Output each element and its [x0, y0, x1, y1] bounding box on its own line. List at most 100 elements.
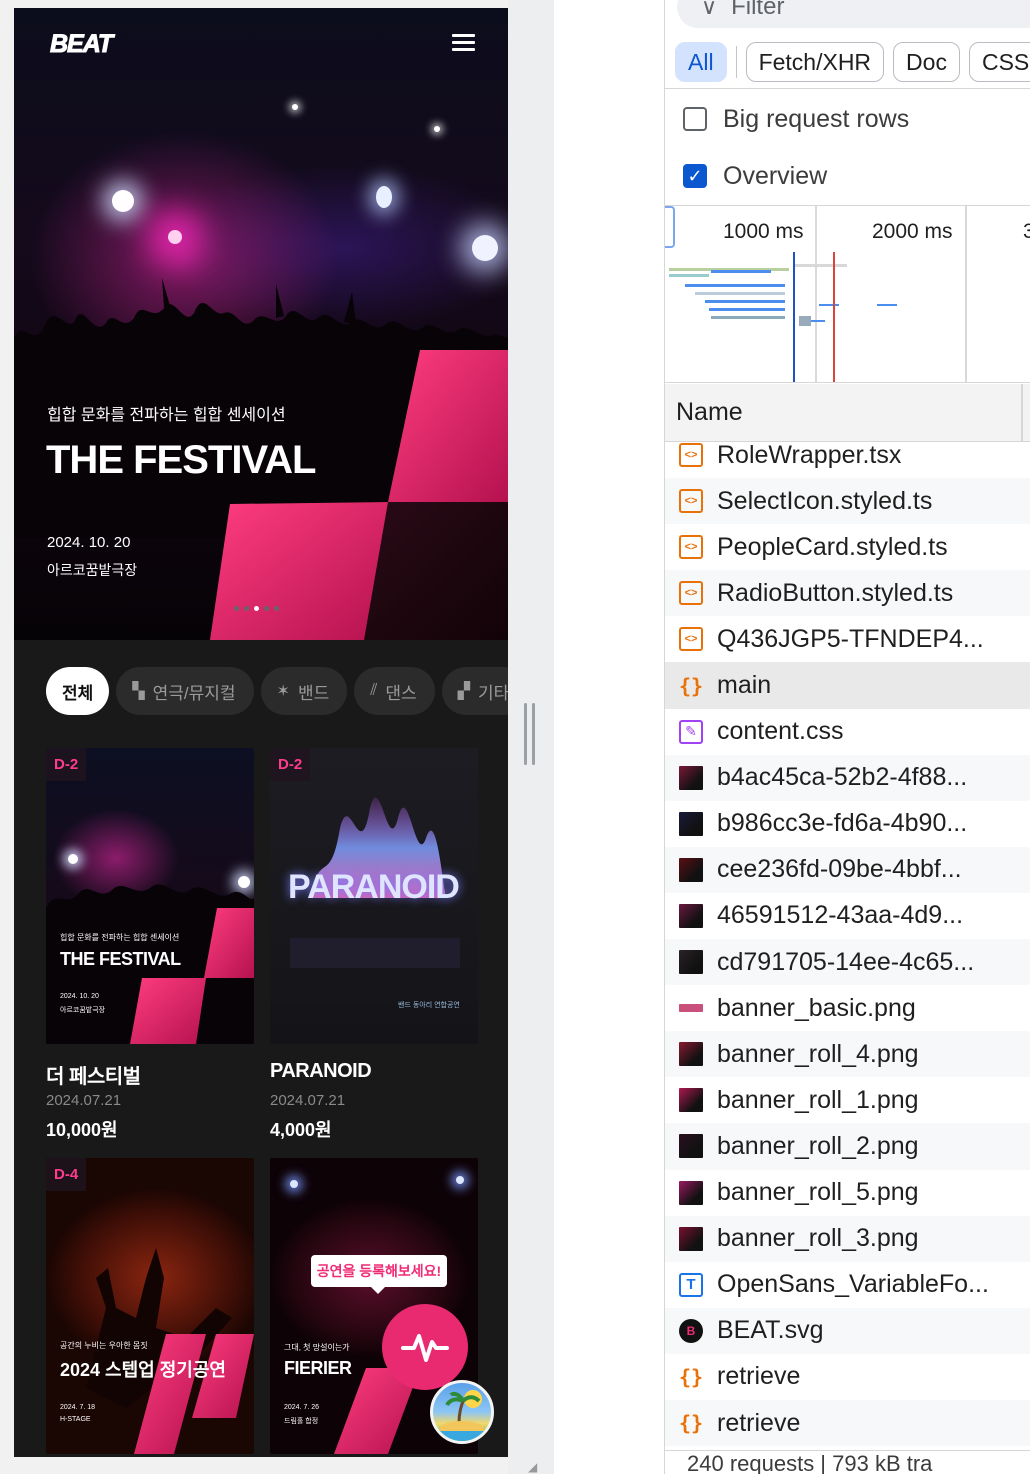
request-row[interactable]: banner_roll_2.png — [665, 1123, 1030, 1170]
request-row[interactable]: banner_roll_4.png — [665, 1031, 1030, 1078]
poster-title: FIERIER — [284, 1358, 352, 1378]
beat-logo[interactable]: BEAT — [49, 30, 113, 59]
overview-option[interactable]: ✓ Overview — [683, 161, 827, 191]
avatar[interactable] — [430, 1380, 494, 1444]
category-label: 연극/뮤지컬 — [152, 683, 236, 703]
type-filter-all[interactable]: All — [675, 42, 727, 82]
category-chip[interactable]: ✶ 밴드 — [260, 667, 348, 715]
carousel-dot[interactable] — [264, 606, 269, 611]
request-name: banner_roll_3.png — [717, 1224, 919, 1253]
request-name: banner_roll_1.png — [717, 1085, 919, 1114]
request-row[interactable]: B BEAT.svg — [665, 1307, 1030, 1354]
type-filter-doc[interactable]: Doc — [893, 42, 960, 82]
request-name: PeopleCard.styled.ts — [717, 532, 948, 561]
request-name: banner_roll_4.png — [717, 1039, 919, 1068]
column-header-label: Name — [676, 398, 743, 426]
carousel-dot[interactable] — [274, 606, 279, 611]
category-label: 밴드 — [297, 683, 330, 703]
request-row[interactable]: <> Q436JGP5-TFNDEP4... — [665, 616, 1030, 662]
request-row[interactable]: banner_roll_1.png — [665, 1077, 1030, 1123]
request-row[interactable]: {} retrieve — [665, 1399, 1030, 1447]
request-name: SelectIcon.styled.ts — [717, 486, 933, 515]
request-name: banner_roll_5.png — [717, 1178, 919, 1207]
poster-subtitle: 그대, 첫 망설이는가 — [284, 1343, 350, 1352]
devtools-network-panel: ⊽ Filter All Fetch/XHR Doc CSS Big request … — [664, 0, 1030, 1474]
performance-card[interactable]: PARANOID 밴드 동아리 연합공연 D-2 PARANOID 2024.0… — [270, 748, 478, 1140]
big-request-rows-option[interactable]: Big request rows — [683, 104, 909, 134]
type-filter-css[interactable]: CSS — [968, 42, 1030, 82]
dance-icon: ⫽ — [370, 682, 378, 699]
request-row[interactable]: b986cc3e-fd6a-4b90... — [665, 801, 1030, 847]
filter-input[interactable]: ⊽ Filter — [677, 0, 1030, 28]
network-overview-timeline[interactable]: 1000 ms 2000 ms 3 — [665, 205, 1030, 383]
overview-checkbox[interactable]: ✓ — [683, 164, 707, 188]
request-name: 46591512-43aa-4d9... — [717, 901, 964, 930]
request-row[interactable]: {} main — [665, 662, 1030, 709]
corner-resize-icon[interactable]: ◢ — [528, 1460, 548, 1474]
request-row[interactable]: cd791705-14ee-4c65... — [665, 939, 1030, 986]
fetch-request-icon: {} — [678, 1364, 704, 1389]
font-file-icon: T — [679, 1272, 703, 1297]
etc-icon: ▞ — [457, 683, 470, 700]
request-name: retrieve — [717, 1362, 801, 1391]
request-row[interactable]: <> PeopleCard.styled.ts — [665, 524, 1030, 570]
request-name: BEAT.svg — [717, 1316, 824, 1345]
category-chip[interactable]: ▚ 연극/뮤지컬 — [116, 667, 254, 715]
request-row[interactable]: banner_roll_3.png — [665, 1215, 1030, 1262]
divider — [665, 88, 1030, 89]
mobile-app: BEAT 힙합 문화를 전파하는 힙합 센세이션 THE FESTIVAL 20… — [14, 8, 508, 1457]
card-price: 4,000원 — [270, 1120, 332, 1140]
category-chip[interactable]: ⫽ 댄스 — [354, 667, 435, 715]
poster-note: 밴드 동아리 연합공연 — [398, 1002, 460, 1009]
request-row[interactable]: T OpenSans_VariableFo... — [665, 1262, 1030, 1308]
request-row[interactable]: banner_roll_5.png — [665, 1170, 1030, 1216]
script-file-icon: <> — [679, 443, 703, 468]
card-title: PARANOID — [270, 1060, 372, 1082]
carousel-indicator[interactable] — [234, 606, 279, 612]
svg-image-icon: B — [679, 1318, 703, 1343]
carousel-dot[interactable] — [254, 606, 259, 611]
request-row[interactable]: <> SelectIcon.styled.ts — [665, 478, 1030, 525]
performance-card[interactable]: 힙합 문화를 전파하는 힙합 센세이션 THE FESTIVAL 2024. 1… — [46, 748, 254, 1140]
filter-placeholder: Filter — [731, 0, 785, 20]
type-filter-fetchxhr[interactable]: Fetch/XHR — [745, 42, 885, 82]
poster-subtitle: 공간의 누비는 우아한 몸짓 — [60, 1341, 148, 1350]
image-thumbnail-icon — [679, 1042, 703, 1067]
image-thumbnail-icon — [679, 1004, 703, 1013]
request-row[interactable]: b4ac45ca-52b2-4f88... — [665, 754, 1030, 801]
category-label: 전체 — [62, 683, 94, 703]
image-thumbnail-icon — [679, 1226, 703, 1251]
register-performance-button[interactable] — [382, 1304, 468, 1390]
category-chip[interactable]: 전체 — [46, 667, 110, 715]
image-thumbnail-icon — [679, 1180, 703, 1205]
card-date: 2024.07.21 — [270, 1092, 346, 1109]
request-row[interactable]: <> RadioButton.styled.ts — [665, 570, 1030, 617]
request-row[interactable]: cee236fd-09be-4bbf... — [665, 846, 1030, 893]
carousel-dot[interactable] — [234, 606, 239, 611]
request-name: retrieve — [717, 1408, 801, 1437]
poster-date: 2024. 7. 18 — [60, 1404, 96, 1411]
hero-banner[interactable]: BEAT 힙합 문화를 전파하는 힙합 센세이션 THE FESTIVAL 20… — [14, 8, 508, 640]
band-icon: ✶ — [276, 683, 290, 700]
request-row[interactable]: {} retrieve — [665, 1354, 1030, 1400]
poster-venue: 아르코꿈밭극장 — [60, 1007, 106, 1014]
category-chip[interactable]: ▞ 기타 — [441, 667, 508, 715]
register-tooltip[interactable]: 공연을 등록해보세요! — [311, 1255, 447, 1294]
image-thumbnail-icon — [679, 1134, 703, 1159]
big-request-rows-checkbox[interactable] — [683, 107, 707, 131]
image-thumbnail-icon — [679, 811, 703, 836]
hamburger-menu-icon[interactable] — [452, 34, 480, 56]
image-thumbnail-icon — [679, 903, 703, 928]
hero-date: 2024. 10. 20 — [47, 534, 131, 551]
request-list: <> RoleWrapper.tsx <> SelectIcon.styled.ts <… — [665, 432, 1030, 1447]
request-row[interactable]: banner_basic.png — [665, 985, 1030, 1031]
request-row[interactable]: <> RoleWrapper.tsx — [665, 432, 1030, 478]
stylesheet-icon: ✎ — [679, 719, 703, 744]
request-row[interactable]: 46591512-43aa-4d9... — [665, 893, 1030, 939]
performance-card[interactable]: 공간의 누비는 우아한 몸짓 2024 스텝업 정기공연 2024. 7. 18… — [46, 1158, 254, 1454]
carousel-dot[interactable] — [244, 606, 249, 611]
panel-gap — [554, 0, 664, 1474]
viewport-resize-handle[interactable] — [524, 703, 538, 765]
fetch-request-icon: {} — [678, 1411, 704, 1436]
request-row[interactable]: ✎ content.css — [665, 709, 1030, 755]
